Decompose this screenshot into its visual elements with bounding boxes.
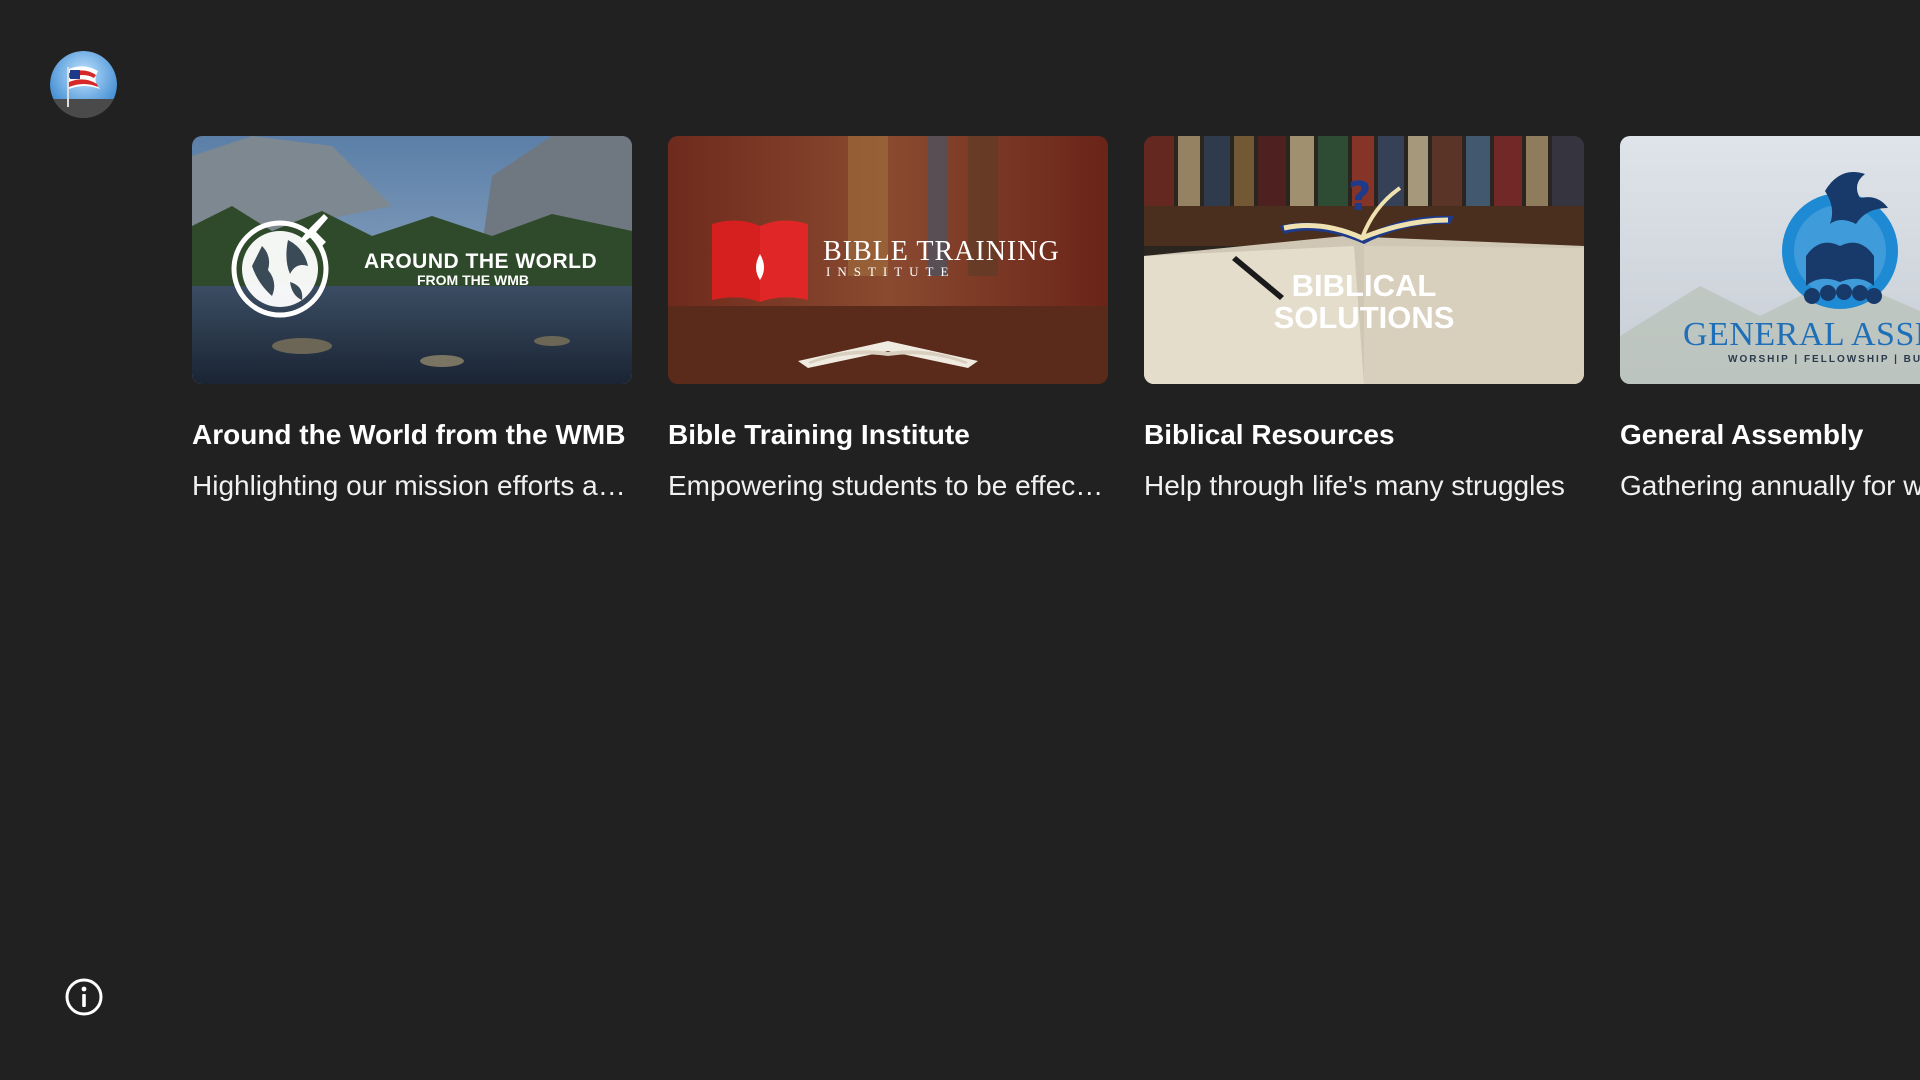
svg-text:?: ? [1348,174,1371,220]
thumb-title: AROUND THE WORLD [364,250,598,273]
flag-logo-icon [50,51,117,118]
card-description: Empowering students to be effective serv… [668,470,1108,501]
card-description: Highlighting our mission efforts around … [192,470,632,501]
app-root: AROUND THE WORLD FROM THE WMB Around the… [0,0,1920,1080]
card-title: Bible Training Institute [668,419,970,450]
card-thumbnail: BIBLE TRAINING INSTITUTE [668,136,1108,384]
card-thumbnail: ? BIBLICAL SOLUTIONS [1144,136,1584,384]
card-title: Biblical Resources [1144,419,1395,450]
card-thumbnail: GENERAL ASSEMBLY WORSHIP | FELLOWSHIP | … [1620,136,1920,384]
thumb-subtitle: WORSHIP | FELLOWSHIP | BUSINESS [1728,354,1920,365]
thumb-subtitle: INSTITUTE [826,264,956,279]
card-description: Help through life's many struggles [1144,470,1565,501]
thumb-title: GENERAL ASSEMBLY [1683,316,1920,353]
thumb-subtitle: FROM THE WMB [417,272,529,288]
info-button[interactable] [64,977,104,1017]
thumb-title: BIBLICAL [1291,268,1437,303]
card-general-assembly[interactable]: GENERAL ASSEMBLY WORSHIP | FELLOWSHIP | … [1620,136,1920,504]
info-icon [65,978,103,1016]
card-around-the-world[interactable]: AROUND THE WORLD FROM THE WMB Around the… [192,136,632,504]
card-description: Gathering annually for worship and fello… [1620,470,1920,501]
card-title: General Assembly [1620,419,1864,450]
card-title: Around the World from the WMB [192,419,626,450]
card-biblical-resources[interactable]: ? BIBLICAL SOLUTIONS Biblical Resources … [1144,136,1584,504]
thumb-subtitle: SOLUTIONS [1273,300,1455,335]
card-thumbnail: AROUND THE WORLD FROM THE WMB [192,136,632,384]
card-bible-training-institute[interactable]: BIBLE TRAINING INSTITUTE Bible Training … [668,136,1108,504]
collection-row: AROUND THE WORLD FROM THE WMB Around the… [192,136,1920,504]
channel-logo[interactable] [50,51,117,118]
